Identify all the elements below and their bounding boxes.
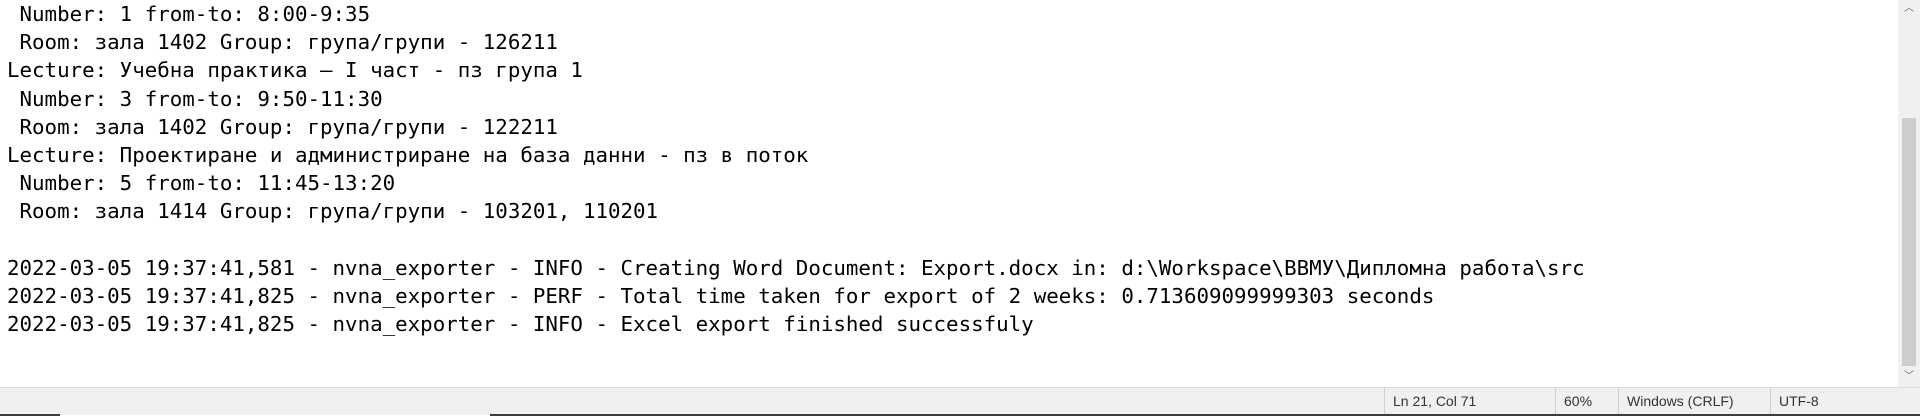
- notepad-window: Number: 1 from-to: 8:00-9:35 Room: зала …: [0, 0, 1920, 416]
- text-editor[interactable]: Number: 1 from-to: 8:00-9:35 Room: зала …: [0, 0, 1898, 387]
- editor-line: Number: 3 from-to: 9:50-11:30: [7, 86, 383, 111]
- editor-line: 2022-03-05 19:37:41,581 - nvna_exporter …: [7, 255, 1585, 280]
- zoom-level: 60%: [1555, 388, 1624, 415]
- vertical-scrollbar[interactable]: ︿ ﹀: [1898, 0, 1920, 387]
- status-bar: Ln 21, Col 71 60% Windows (CRLF) UTF-8: [0, 387, 1920, 415]
- cursor-position: Ln 21, Col 71: [1384, 388, 1563, 415]
- editor-line: Number: 1 from-to: 8:00-9:35: [7, 2, 371, 26]
- editor-line: Lecture: Учебна практика – I част - пз г…: [7, 58, 583, 83]
- editor-line: Room: зала 1402 Group: група/групи - 126…: [7, 30, 558, 55]
- editor-line: Room: зала 1402 Group: група/групи - 122…: [7, 114, 558, 139]
- chevron-up-icon[interactable]: ︿: [1898, 0, 1920, 18]
- line-endings: Windows (CRLF): [1618, 388, 1774, 415]
- editor-line: Lecture: Проектиране и администриране на…: [7, 142, 809, 167]
- editor-line: 2022-03-05 19:37:41,825 - nvna_exporter …: [7, 283, 1435, 308]
- encoding: UTF-8: [1770, 388, 1919, 415]
- chevron-down-icon[interactable]: ﹀: [1898, 368, 1920, 386]
- editor-line: 2022-03-05 19:37:41,825 - nvna_exporter …: [7, 312, 1034, 337]
- scrollbar-thumb[interactable]: [1902, 118, 1916, 366]
- editor-line: Number: 5 from-to: 11:45-13:20: [7, 171, 396, 196]
- editor-text[interactable]: Number: 1 from-to: 8:00-9:35 Room: зала …: [7, 0, 1585, 338]
- editor-line: Room: зала 1414 Group: група/групи - 103…: [7, 199, 659, 224]
